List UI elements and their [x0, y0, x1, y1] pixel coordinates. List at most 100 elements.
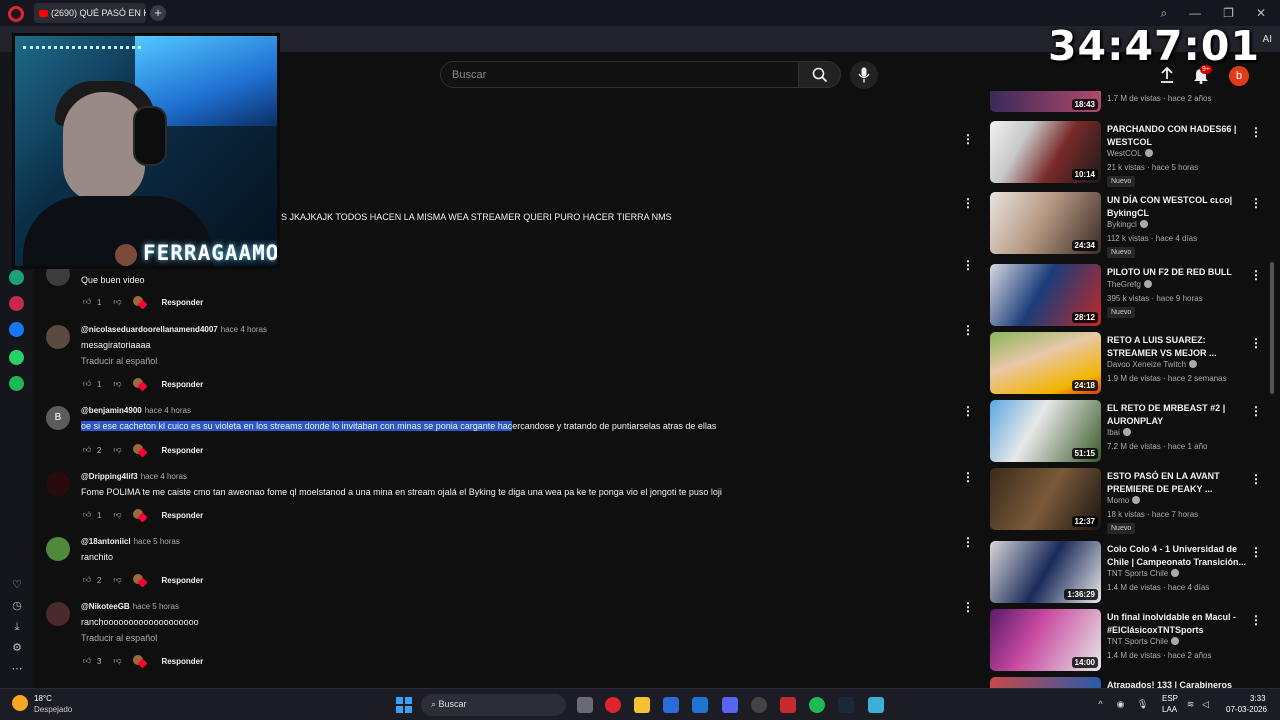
video-channel[interactable]: Ibai [1107, 428, 1131, 437]
comment-menu-icon[interactable]: ⋮ [962, 600, 974, 614]
clock-date[interactable]: 07-03-2026 [1226, 705, 1267, 714]
outlook-icon[interactable] [692, 697, 708, 713]
reply-button[interactable]: Responder [161, 511, 203, 520]
recommended-video[interactable]: 24:34 UN DÍA CON WESTCOL ᴄʟᴄᴏ| BykingCL … [990, 192, 1262, 258]
recommended-video[interactable]: 12:37 ESTO PASÓ EN LA AVANT PREMIERE DE … [990, 468, 1262, 534]
whatsapp-icon[interactable] [9, 350, 24, 365]
heart-icon[interactable]: ♡ [10, 578, 24, 592]
store-icon[interactable] [663, 697, 679, 713]
microphone-tray-icon[interactable]: 🎙︎ [1137, 699, 1148, 710]
wifi-icon[interactable]: ≋ [1185, 699, 1196, 710]
notepad-icon[interactable] [868, 697, 884, 713]
translate-link[interactable]: Traducir al español [81, 633, 157, 643]
dislike-icon[interactable]: 👎︎ [111, 444, 123, 456]
search-button[interactable] [798, 61, 841, 88]
comment-author[interactable]: @Dripping4lif3 hace 4 horas [81, 472, 187, 481]
like-icon[interactable]: 👍︎ [81, 509, 93, 521]
video-thumbnail[interactable]: 24:18 [990, 332, 1101, 394]
recommended-video[interactable]: Atrapados! 133 | Carabineros [990, 677, 1260, 688]
browser-search-icon[interactable]: ⌕ [1160, 6, 1167, 21]
spotify-icon[interactable] [9, 376, 24, 391]
tray-app-icon[interactable]: ◉ [1115, 699, 1126, 710]
minimize-icon[interactable]: — [1189, 6, 1201, 20]
comment-menu-icon[interactable]: ⋮ [962, 323, 974, 337]
reply-button[interactable]: Responder [161, 380, 203, 389]
comment-avatar[interactable] [46, 325, 70, 349]
video-thumbnail[interactable]: 51:15 [990, 400, 1101, 462]
discord-icon[interactable] [722, 697, 738, 713]
comment-menu-icon[interactable]: ⋮ [962, 196, 974, 210]
video-thumbnail[interactable]: 10:14 [990, 121, 1101, 183]
video-channel[interactable]: WestCOL [1107, 149, 1153, 158]
like-icon[interactable]: 👍︎ [81, 574, 93, 586]
comment-menu-icon[interactable]: ⋮ [962, 470, 974, 484]
comment-avatar[interactable] [46, 602, 70, 626]
search-input[interactable]: Buscar [440, 61, 799, 88]
comment-author[interactable]: @nicolaseduardoorellanamend4007 hace 4 ho… [81, 325, 267, 334]
more-actions-icon[interactable]: ⋮ [1250, 613, 1262, 627]
recommended-video[interactable]: 28:12 PILOTO UN F2 DE RED BULL TheGrefg … [990, 264, 1262, 328]
windows-start-icon[interactable] [396, 697, 412, 713]
steam-icon[interactable] [838, 697, 854, 713]
like-icon[interactable]: 👍︎ [81, 296, 93, 308]
volume-icon[interactable]: ◁ [1200, 699, 1211, 710]
like-icon[interactable]: 👍︎ [81, 378, 93, 390]
reply-button[interactable]: Responder [161, 657, 203, 666]
comment-author[interactable]: @18antoniicl hace 5 horas [81, 537, 180, 546]
reply-button[interactable]: Responder [161, 576, 203, 585]
spotify-taskbar-icon[interactable] [809, 697, 825, 713]
file-explorer-icon[interactable] [634, 697, 650, 713]
settings-gear-icon[interactable]: ⚙ [10, 641, 24, 655]
new-tab-button[interactable]: + [150, 5, 166, 21]
reply-button[interactable]: Responder [161, 446, 203, 455]
app-icon[interactable] [780, 697, 796, 713]
keyboard-layout[interactable]: LAA [1162, 705, 1177, 714]
comment-menu-icon[interactable]: ⋮ [962, 535, 974, 549]
dislike-icon[interactable]: 👎︎ [111, 509, 123, 521]
video-title[interactable]: PARCHANDO CON HADES66 | WESTCOL [1107, 123, 1247, 149]
recommended-video[interactable]: 14:00 Un final inolvidable en Macul - #E… [990, 609, 1262, 673]
more-actions-icon[interactable]: ⋮ [1250, 545, 1262, 559]
more-actions-icon[interactable]: ⋮ [1250, 404, 1262, 418]
video-channel[interactable]: TheGrefg [1107, 280, 1152, 289]
opera-logo-icon[interactable] [8, 6, 24, 22]
history-icon[interactable]: ◷ [10, 599, 24, 613]
maximize-icon[interactable]: ❐ [1223, 6, 1234, 20]
comment-menu-icon[interactable]: ⋮ [962, 404, 974, 418]
video-channel[interactable]: TNT Sports Chile [1107, 569, 1180, 578]
taskbar-search[interactable]: ⌕ Buscar [421, 694, 566, 716]
more-actions-icon[interactable]: ⋮ [1250, 472, 1262, 486]
recommended-video[interactable]: 51:15 EL RETO DE MRBEAST #2 | AURONPLAY … [990, 400, 1262, 464]
video-thumbnail[interactable]: 18:43 [990, 91, 1101, 112]
comment-avatar[interactable]: B [46, 406, 70, 430]
aria-ai-button[interactable]: AI [1263, 34, 1272, 45]
apps-icon[interactable] [9, 296, 24, 311]
video-title[interactable]: EL RETO DE MRBEAST #2 | AURONPLAY [1107, 402, 1247, 428]
video-title[interactable]: ESTO PASÓ EN LA AVANT PREMIERE DE PEAKY … [1107, 470, 1247, 496]
video-thumbnail[interactable]: 12:37 [990, 468, 1101, 530]
reply-button[interactable]: Responder [161, 298, 203, 307]
comment-avatar[interactable] [46, 472, 70, 496]
comment-author[interactable]: @NikoteeGB hace 5 horas [81, 602, 179, 611]
video-channel[interactable]: Davoo Xeneize Twitch [1107, 360, 1198, 369]
recommended-video[interactable]: 1:36:29 Colo Colo 4 - 1 Universidad de C… [990, 541, 1262, 605]
recommended-video[interactable]: 24:18 RETO A LUIS SUAREZ: STREAMER VS ME… [990, 332, 1262, 396]
video-thumbnail[interactable]: 28:12 [990, 264, 1101, 326]
recommended-video[interactable]: 10:14 PARCHANDO CON HADES66 | WESTCOL We… [990, 121, 1262, 187]
app-icon[interactable] [751, 697, 767, 713]
video-thumbnail[interactable] [990, 677, 1101, 688]
tray-chevron-icon[interactable]: ^ [1095, 699, 1106, 710]
video-channel[interactable]: Momo [1107, 496, 1141, 505]
opera-taskbar-icon[interactable] [605, 697, 621, 713]
dislike-icon[interactable]: 👎︎ [111, 574, 123, 586]
video-title[interactable]: PILOTO UN F2 DE RED BULL [1107, 266, 1247, 279]
voice-search-button[interactable] [850, 61, 878, 89]
weather-sun-icon[interactable] [12, 695, 28, 711]
video-title[interactable]: Colo Colo 4 - 1 Universidad de Chile | C… [1107, 543, 1247, 569]
translate-link[interactable]: Traducir al español [81, 356, 157, 366]
more-actions-icon[interactable]: ⋮ [1250, 196, 1262, 210]
comment-menu-icon[interactable]: ⋮ [962, 132, 974, 146]
more-actions-icon[interactable]: ⋮ [1250, 336, 1262, 350]
messenger-icon[interactable] [9, 322, 24, 337]
task-view-icon[interactable] [577, 697, 593, 713]
